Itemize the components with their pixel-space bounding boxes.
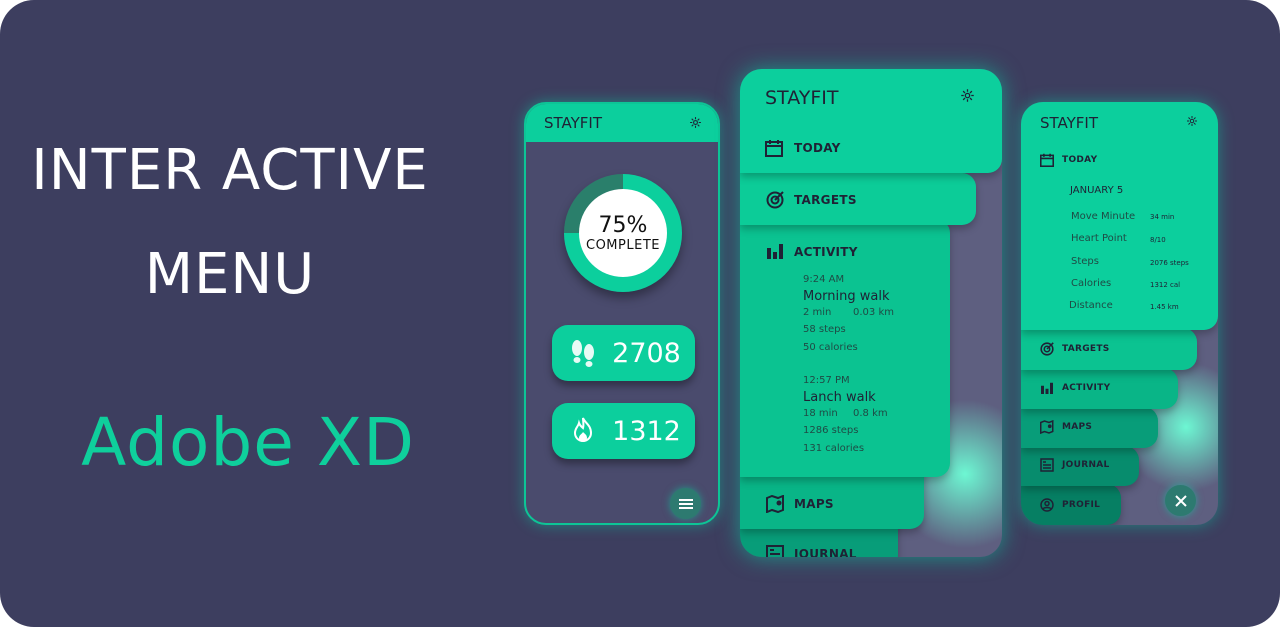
menu-label: MAPS	[1062, 422, 1093, 432]
date-label: JANUARY 5	[1070, 185, 1124, 196]
journal-icon	[1040, 458, 1054, 472]
stat-label: Move Minute	[1071, 211, 1136, 222]
activity-steps: 1286 steps	[803, 425, 859, 436]
brand-text: Adobe XD	[81, 404, 415, 481]
steps-value: 2708	[612, 337, 681, 369]
stat-label: Heart Point	[1071, 233, 1127, 244]
menu-label: TARGETS	[1062, 344, 1110, 354]
flame-icon	[574, 417, 593, 442]
stat-value: 2076 steps	[1150, 259, 1189, 267]
calories-value: 1312	[612, 415, 681, 447]
stat-label: Distance	[1069, 300, 1113, 311]
gear-icon[interactable]	[689, 116, 702, 129]
hamburger-icon	[678, 498, 693, 509]
map-icon	[766, 495, 784, 513]
menu-button[interactable]	[670, 488, 701, 519]
menu-label: PROFIL	[1062, 500, 1101, 510]
app-header: STAYFIT	[526, 104, 718, 142]
gear-icon[interactable]	[960, 88, 975, 103]
bar-chart-icon	[1041, 382, 1053, 394]
app-title: STAYFIT	[544, 114, 602, 132]
menu-item-activity[interactable]: ACTIVITY	[1021, 368, 1178, 409]
menu-item-maps[interactable]: MAPS	[1021, 407, 1158, 448]
menu-label: TODAY	[794, 141, 841, 155]
target-icon	[1040, 342, 1054, 356]
stat-label: Steps	[1071, 256, 1099, 267]
journal-icon	[766, 545, 784, 557]
close-icon	[1174, 494, 1187, 507]
target-icon	[766, 191, 784, 209]
activity-distance: 0.8 km	[853, 408, 888, 419]
activity-steps: 58 steps	[803, 324, 846, 335]
close-menu-button[interactable]	[1165, 485, 1196, 516]
app-title: STAYFIT	[1040, 114, 1098, 132]
menu-label: ACTIVITY	[1062, 383, 1111, 393]
stat-label: Calories	[1071, 278, 1112, 289]
stat-value: 1312 cal	[1150, 281, 1181, 289]
activity-name: Morning walk	[803, 289, 890, 304]
activity-calories: 131 calories	[803, 443, 865, 454]
menu-label: JOURNAL	[794, 547, 857, 557]
activity-calories: 50 calories	[803, 342, 858, 353]
menu-item-targets[interactable]: TARGETS	[740, 173, 976, 225]
calendar-icon	[765, 140, 783, 157]
calendar-icon	[1040, 153, 1054, 167]
progress-center: 75% COMPLETE	[579, 189, 667, 277]
menu-item-profil[interactable]: PROFIL	[1021, 484, 1121, 525]
headline-line2: MENU	[144, 242, 316, 307]
progress-ring: 75% COMPLETE	[564, 174, 682, 292]
footprints-icon	[572, 340, 595, 367]
menu-label: JOURNAL	[1062, 460, 1110, 470]
activity-duration: 18 min	[803, 408, 838, 419]
steps-card[interactable]: 2708	[552, 325, 695, 381]
menu-item-targets[interactable]: TARGETS	[1021, 328, 1197, 370]
progress-percent: 75%	[598, 212, 648, 238]
app-title: STAYFIT	[765, 87, 839, 109]
menu-label: TARGETS	[794, 193, 857, 207]
phone-dashboard: STAYFIT 75% COMPLETE 2708 1312	[524, 102, 720, 525]
stat-value: 8/10	[1150, 236, 1166, 244]
calories-card[interactable]: 1312	[552, 403, 695, 459]
menu-label: TODAY	[1062, 155, 1098, 165]
menu-label: MAPS	[794, 497, 834, 511]
activity-duration: 2 min	[803, 307, 832, 318]
app-header-today: STAYFIT TODAY	[740, 69, 1002, 173]
map-icon	[1040, 420, 1054, 434]
menu-item-activity[interactable]: ACTIVITY 9:24 AM Morning walk 2 min 0.03…	[740, 219, 950, 477]
gear-icon[interactable]	[1186, 115, 1198, 127]
phone-today-menu: PROFIL JOURNAL MAPS ACTIVITY TARGETS STA…	[1021, 102, 1218, 525]
headline-line1: INTER ACTIVE	[31, 138, 429, 203]
activity-name: Lanch walk	[803, 390, 876, 405]
menu-label: ACTIVITY	[794, 245, 858, 259]
activity-time: 12:57 PM	[803, 375, 850, 386]
activity-time: 9:24 AM	[803, 274, 845, 285]
stat-value: 34 min	[1150, 213, 1175, 221]
activity-distance: 0.03 km	[853, 307, 894, 318]
menu-item-journal[interactable]: JOURNAL	[1021, 446, 1139, 486]
app-header-today-expanded: STAYFIT TODAY JANUARY 5 Move Minute 34 m…	[1021, 102, 1218, 330]
profile-icon	[1040, 498, 1054, 512]
progress-caption: COMPLETE	[586, 237, 660, 253]
bar-chart-icon	[767, 244, 783, 259]
stat-value: 1.45 km	[1150, 303, 1179, 311]
phone-expanded-menu: JOURNAL MAPS ACTIVITY 9:24 AM Morning wa…	[740, 69, 1002, 557]
poster-canvas: INTER ACTIVE MENU Adobe XD STAYFIT 75% C…	[0, 0, 1280, 627]
